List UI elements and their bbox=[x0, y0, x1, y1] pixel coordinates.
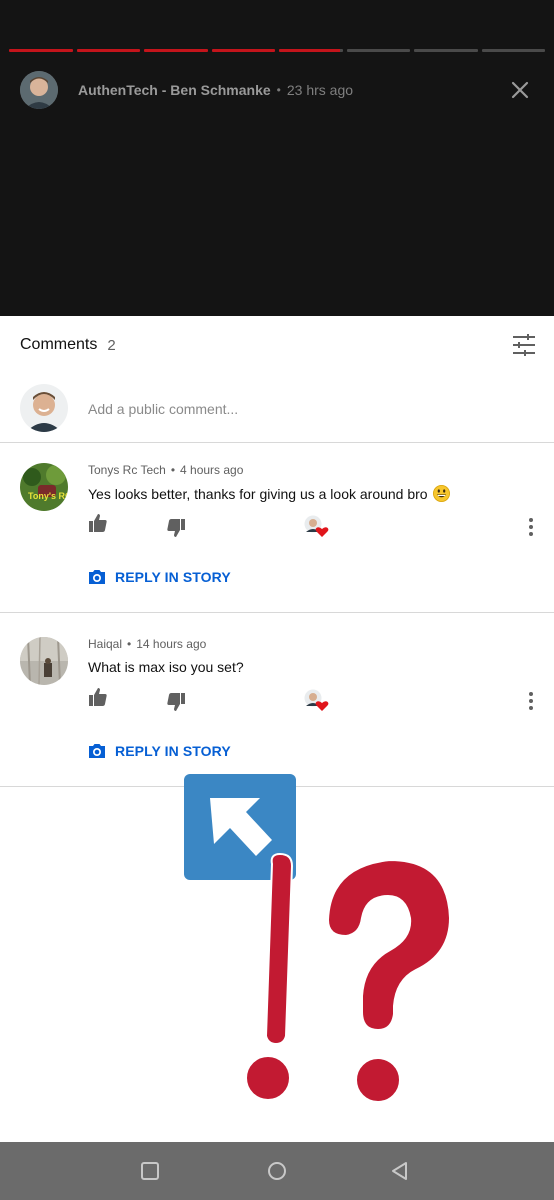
comment-item: Tony's RC Tonys Rc Tech • 4 hours ago Yes … bbox=[0, 443, 554, 613]
story-header: AuthenTech - Ben Schmanke • 23 hrs ago bbox=[20, 70, 532, 110]
reply-in-story-button[interactable]: REPLY IN STORY bbox=[88, 743, 231, 759]
comment-meta: Tonys Rc Tech • 4 hours ago bbox=[88, 463, 243, 477]
comments-count: 2 bbox=[107, 336, 116, 354]
progress-segment bbox=[9, 49, 73, 52]
sort-filter-icon[interactable] bbox=[512, 333, 536, 357]
progress-segment bbox=[414, 49, 478, 52]
thumbs-up-icon[interactable] bbox=[88, 687, 108, 707]
comment-timestamp: 4 hours ago bbox=[180, 463, 244, 477]
channel-avatar[interactable] bbox=[20, 71, 58, 109]
creator-heart-badge bbox=[304, 689, 330, 713]
exclamation-question-icon bbox=[245, 852, 452, 1103]
progress-segment bbox=[481, 49, 545, 52]
camera-icon bbox=[89, 570, 105, 584]
comments-header: Comments 2 bbox=[0, 316, 554, 374]
recents-icon[interactable] bbox=[138, 1159, 162, 1183]
separator-dot: • bbox=[127, 637, 132, 651]
comment-body: What is max iso you set? bbox=[88, 659, 244, 675]
close-icon bbox=[511, 81, 529, 99]
thumbs-down-icon[interactable] bbox=[166, 692, 186, 712]
comment-actions bbox=[88, 513, 538, 545]
grinning-face-emoji-icon bbox=[433, 485, 451, 502]
progress-segment bbox=[76, 49, 140, 52]
progress-segment bbox=[144, 49, 208, 52]
camera-icon bbox=[89, 744, 105, 758]
comment-timestamp: 14 hours ago bbox=[136, 637, 207, 651]
user-avatar bbox=[20, 384, 68, 432]
separator-dot: • bbox=[170, 463, 176, 477]
comment-text: Yes looks better, thanks for giving us a… bbox=[88, 485, 451, 502]
comment-item: Haiqal • 14 hours ago What is max iso you … bbox=[0, 617, 554, 787]
progress-segment bbox=[346, 49, 410, 52]
progress-segment bbox=[279, 49, 343, 52]
home-icon[interactable] bbox=[265, 1159, 289, 1183]
more-options-icon[interactable] bbox=[524, 691, 538, 711]
back-icon[interactable] bbox=[388, 1159, 412, 1183]
story-timestamp: 23 hrs ago bbox=[286, 82, 354, 98]
creator-heart-badge bbox=[304, 515, 330, 539]
story-viewer: AuthenTech - Ben Schmanke • 23 hrs ago bbox=[0, 0, 554, 316]
avatar-logo-text: Tony's RC bbox=[28, 491, 68, 501]
commenter-avatar[interactable]: Tony's RC bbox=[20, 463, 68, 511]
thumbs-up-icon[interactable] bbox=[88, 513, 108, 533]
close-button[interactable] bbox=[508, 78, 532, 102]
separator-dot: • bbox=[276, 83, 281, 97]
reply-in-story-label: REPLY IN STORY bbox=[115, 569, 231, 585]
reply-in-story-button[interactable]: REPLY IN STORY bbox=[88, 569, 231, 585]
comment-composer bbox=[0, 380, 554, 443]
comment-text: What is max iso you set? bbox=[88, 659, 244, 675]
thumbs-down-icon[interactable] bbox=[166, 518, 186, 538]
comment-meta: Haiqal • 14 hours ago bbox=[88, 637, 206, 651]
comment-actions bbox=[88, 687, 538, 719]
system-navigation-bar bbox=[0, 1142, 554, 1200]
comment-body: Yes looks better, thanks for giving us a… bbox=[88, 486, 428, 502]
comment-author[interactable]: Tonys Rc Tech bbox=[88, 463, 166, 477]
annotation-overlay bbox=[184, 774, 452, 1103]
progress-segment bbox=[211, 49, 275, 52]
comment-author[interactable]: Haiqal bbox=[88, 637, 122, 651]
comments-title: Comments bbox=[20, 336, 98, 353]
channel-name[interactable]: AuthenTech - Ben Schmanke bbox=[78, 82, 271, 98]
reply-in-story-label: REPLY IN STORY bbox=[115, 743, 231, 759]
commenter-avatar[interactable] bbox=[20, 637, 68, 685]
heart-icon bbox=[315, 701, 329, 711]
comment-input[interactable] bbox=[88, 399, 528, 419]
heart-icon bbox=[315, 527, 329, 537]
more-options-icon[interactable] bbox=[524, 517, 538, 537]
story-progress-bar bbox=[9, 49, 545, 52]
